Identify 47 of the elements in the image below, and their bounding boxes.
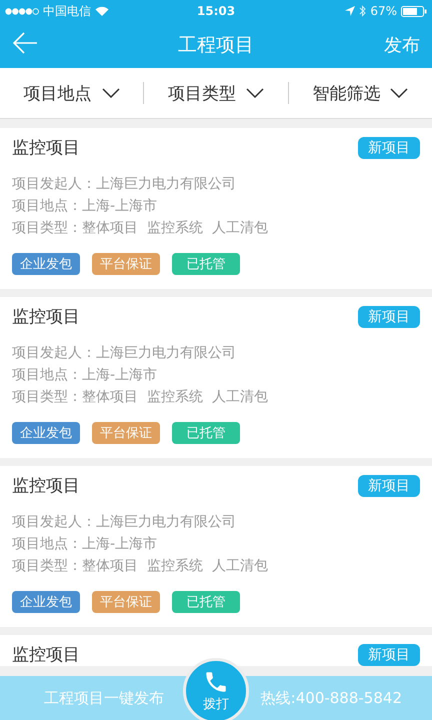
chevron-down-icon	[102, 88, 120, 98]
project-card[interactable]: 监控项目 新项目	[0, 635, 432, 666]
project-card[interactable]: 监控项目 新项目 项目发起人：上海巨力电力有限公司 项目地点：上海-上海市 项目类型：整体项目 监控系统 人工清包 企业发包 平台保证 已托管	[0, 466, 432, 627]
project-title: 监控项目	[12, 644, 80, 666]
new-project-badge: 新项目	[358, 644, 420, 666]
project-info: 项目类型：整体项目 监控系统 人工清包	[12, 388, 269, 406]
project-tag: 企业发包	[12, 253, 80, 275]
carrier-name: 中国电信	[43, 2, 91, 20]
page-title: 工程项目	[178, 33, 254, 58]
signal-icon	[5, 8, 39, 14]
project-tag: 平台保证	[92, 253, 160, 275]
filter-dropdown[interactable]: 项目类型	[144, 82, 288, 104]
project-info: 项目发起人：上海巨力电力有限公司	[12, 513, 237, 531]
hotline-text: 热线:400-888-5842	[260, 688, 402, 708]
project-info: 项目地点：上海-上海市	[12, 366, 158, 384]
filter-dropdown[interactable]: 项目地点	[0, 82, 144, 104]
battery-icon	[401, 6, 427, 16]
new-project-badge: 新项目	[358, 136, 420, 158]
chevron-down-icon	[390, 88, 408, 98]
bluetooth-icon	[359, 5, 366, 17]
project-info: 项目类型：整体项目 监控系统 人工清包	[12, 219, 269, 237]
project-title: 监控项目	[12, 475, 80, 497]
project-info: 项目类型：整体项目 监控系统 人工清包	[12, 557, 269, 575]
new-project-badge: 新项目	[358, 306, 420, 328]
location-icon	[345, 6, 356, 16]
project-info: 项目地点：上海-上海市	[12, 197, 158, 215]
project-tag: 已托管	[172, 422, 240, 444]
project-tag: 平台保证	[92, 422, 160, 444]
project-info: 项目发起人：上海巨力电力有限公司	[12, 175, 237, 193]
project-info: 项目地点：上海-上海市	[12, 535, 158, 553]
project-title: 监控项目	[12, 306, 80, 328]
project-card[interactable]: 监控项目 新项目 项目发起人：上海巨力电力有限公司 项目地点：上海-上海市 项目类型：整体项目 监控系统 人工清包 企业发包 平台保证 已托管	[0, 297, 432, 458]
wifi-icon	[95, 6, 109, 16]
project-tag: 已托管	[172, 591, 240, 613]
project-tag: 企业发包	[12, 591, 80, 613]
project-info: 项目发起人：上海巨力电力有限公司	[12, 344, 237, 362]
project-title: 监控项目	[12, 137, 80, 159]
chevron-down-icon	[246, 88, 264, 98]
back-arrow-icon	[12, 32, 38, 54]
project-tag: 已托管	[172, 253, 240, 275]
project-card[interactable]: 监控项目 新项目 项目发起人：上海巨力电力有限公司 项目地点：上海-上海市 项目类型：整体项目 监控系统 人工清包 企业发包 平台保证 已托管	[0, 128, 432, 289]
status-time: 15:03	[196, 4, 236, 18]
project-tag: 平台保证	[92, 591, 160, 613]
battery-percent: 67%	[370, 4, 397, 18]
new-project-badge: 新项目	[358, 474, 420, 496]
filter-dropdown[interactable]: 智能筛选	[288, 82, 432, 104]
project-tag: 企业发包	[12, 422, 80, 444]
